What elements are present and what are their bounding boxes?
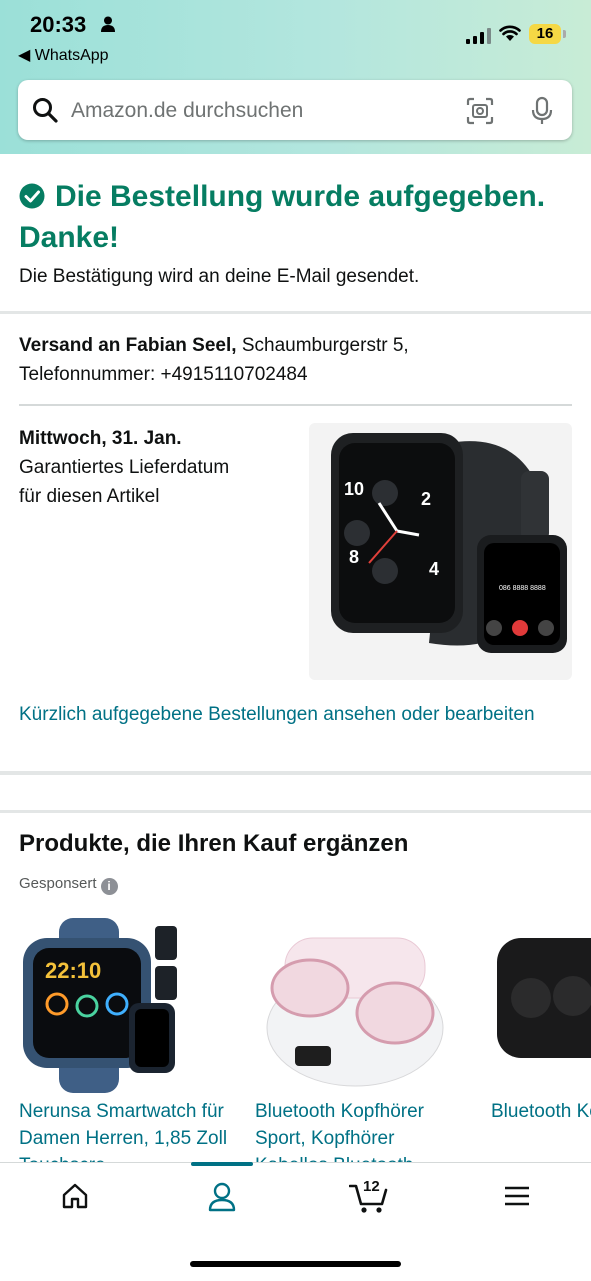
section-divider [0,810,591,813]
earbuds-product-image[interactable] [255,918,455,1093]
shipping-info: Versand an Fabian Seel, Schaumburgerstr … [19,335,409,385]
svg-text:8: 8 [349,547,359,567]
signal-icon [466,28,491,44]
delivery-info: Mittwoch, 31. Jan. Garantiertes Lieferdat… [19,428,230,507]
svg-text:2: 2 [421,489,431,509]
account-icon[interactable] [208,1182,236,1212]
menu-icon[interactable] [503,1182,531,1210]
home-indicator[interactable] [190,1261,401,1267]
product-card[interactable]: Bluetooth Kopfhörer Sport, In Ear Kopfhö… [491,918,591,1163]
recommendations-title: Produkte, die Ihren Kauf ergänzen [19,830,409,857]
sponsored-label: Gesponsert i [19,875,118,895]
search-icon[interactable] [32,97,58,123]
product-name[interactable]: Nerunsa Smartwatch für Damen Herren, 1,8… [19,1098,234,1163]
svg-text:10: 10 [344,479,364,499]
wifi-icon [499,25,521,41]
svg-text:086 8888 8888: 086 8888 8888 [499,585,546,592]
person-icon [101,16,115,32]
product-card[interactable]: 22:10 Nerunsa Smartwatch für Damen Herre… [19,918,234,1163]
product-card[interactable]: Bluetooth Kopfhörer Sport, Kopfhörer Kab… [255,918,470,1163]
home-icon[interactable] [61,1182,89,1210]
earbuds-product-image[interactable] [491,918,591,1093]
product-name[interactable]: Bluetooth Kopfhörer Sport, Kopfhörer Kab… [255,1098,470,1163]
svg-text:4: 4 [429,559,439,579]
svg-text:22:10: 22:10 [45,958,101,983]
smartwatch-product-image[interactable]: 22:10 [19,918,219,1093]
microphone-icon[interactable] [530,96,554,126]
cart-icon[interactable] [349,1182,389,1214]
battery-icon: 16 [529,24,561,44]
confirmation-subtitle: Die Bestätigung wird an deine E-Mail ges… [19,266,420,287]
section-divider [0,771,591,775]
product-name[interactable]: Bluetooth Kopfhörer Sport, In Ear Kopfhö… [491,1098,591,1125]
camera-scan-icon[interactable] [466,97,494,125]
recent-orders-link[interactable]: Kürzlich aufgegebene Bestellungen ansehe… [19,700,559,729]
order-confirmation-heading: Die Bestellung wurde aufgegeben. Danke! [19,180,546,254]
search-bar[interactable]: Amazon.de durchsuchen [18,80,572,140]
check-circle-icon [19,183,45,209]
status-time: 20:33 [30,12,87,37]
search-input[interactable]: Amazon.de durchsuchen [71,99,303,123]
back-to-app-link[interactable]: ◀ WhatsApp [18,45,109,65]
divider [0,311,591,314]
info-icon[interactable]: i [100,878,118,895]
active-tab-indicator [191,1162,253,1166]
divider [19,404,572,406]
ordered-product-image[interactable]: 10 2 8 4 086 8888 8888 [309,423,572,680]
